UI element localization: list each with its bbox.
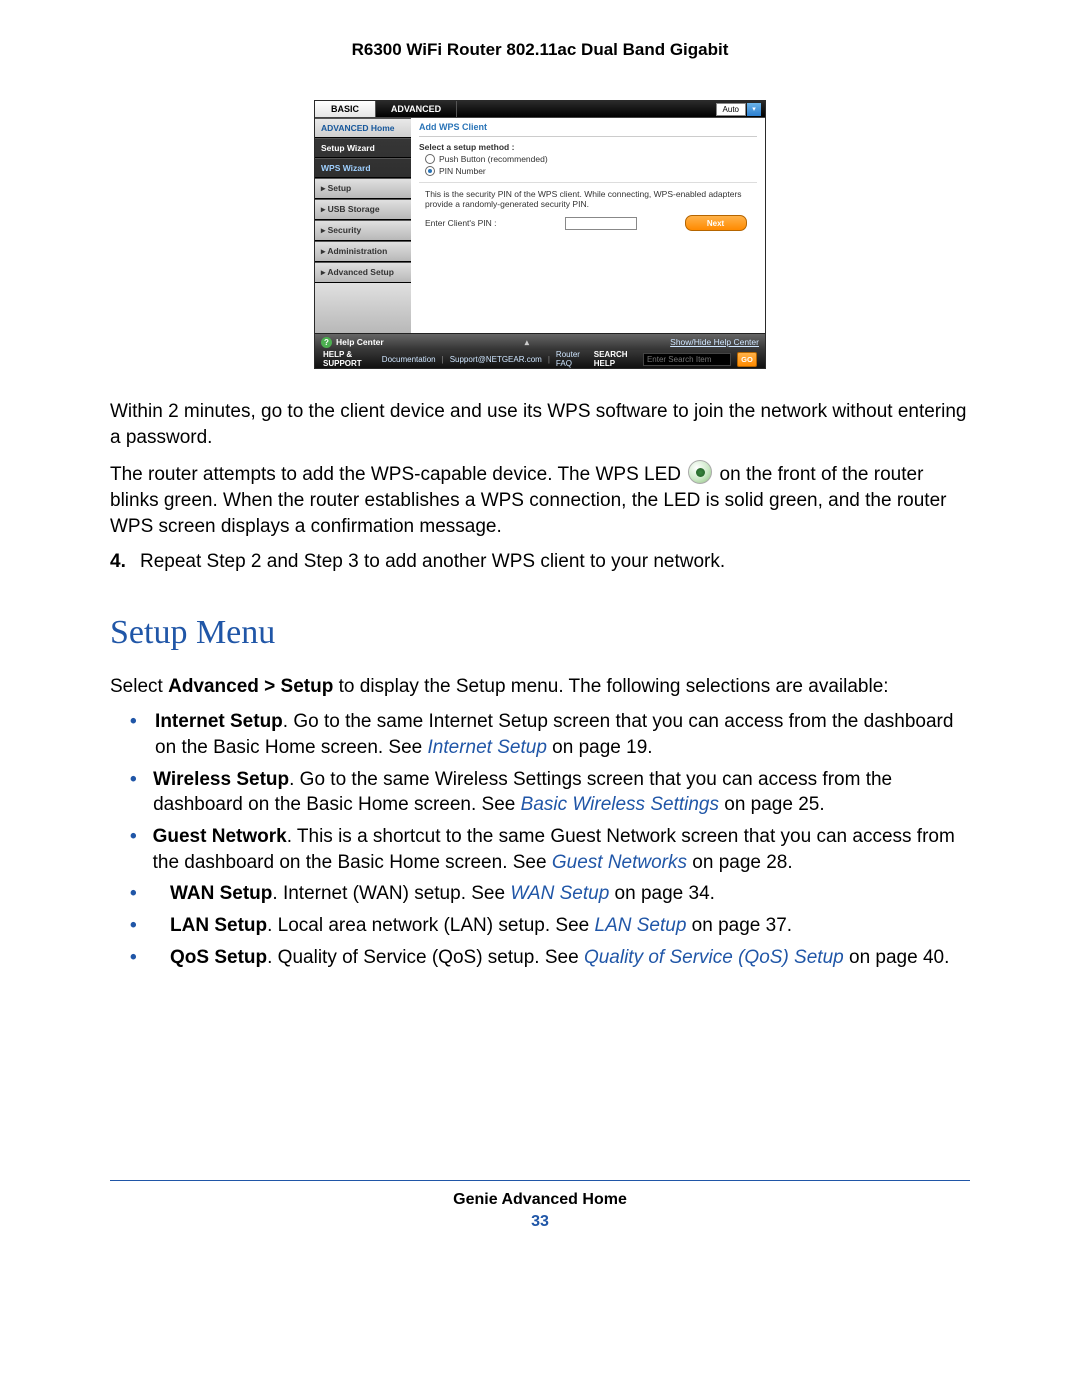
- sidebar-item-administration[interactable]: ▸ Administration: [315, 241, 411, 262]
- link-qos-setup[interactable]: Quality of Service (QoS) Setup: [584, 947, 844, 968]
- toggle-help-center-link[interactable]: Show/Hide Help Center: [670, 337, 759, 347]
- sidebar-item-setup-wizard[interactable]: Setup Wizard: [315, 138, 411, 158]
- sidebar-item-security[interactable]: ▸ Security: [315, 220, 411, 241]
- sidebar-item-advanced-setup[interactable]: ▸ Advanced Setup: [315, 262, 411, 283]
- heading-setup-menu: Setup Menu: [110, 610, 970, 656]
- panel-title: Add WPS Client: [419, 122, 757, 132]
- setup-menu-intro: Select Advanced > Setup to display the S…: [110, 674, 970, 700]
- router-faq-link[interactable]: Router FAQ: [556, 350, 588, 368]
- tab-basic[interactable]: BASIC: [315, 101, 376, 117]
- paragraph-wps-instruction: Within 2 minutes, go to the client devic…: [110, 399, 970, 450]
- help-center-label[interactable]: Help Center: [336, 337, 384, 347]
- search-help-label: SEARCH HELP: [594, 350, 637, 368]
- link-lan-setup[interactable]: LAN Setup: [595, 915, 687, 936]
- lang-select-chevron-icon[interactable]: ▾: [747, 103, 761, 116]
- sidebar-item-setup[interactable]: ▸ Setup: [315, 178, 411, 199]
- link-wan-setup[interactable]: WAN Setup: [510, 883, 609, 904]
- pin-input[interactable]: [565, 217, 637, 230]
- next-button[interactable]: Next: [685, 215, 747, 231]
- enter-pin-label: Enter Client's PIN :: [425, 218, 497, 228]
- sidebar-item-wps-wizard[interactable]: WPS Wizard: [315, 158, 411, 178]
- link-internet-setup[interactable]: Internet Setup: [428, 737, 547, 758]
- search-help-input[interactable]: [643, 353, 731, 366]
- footer-divider: [110, 1180, 970, 1181]
- router-ui-screenshot: BASIC ADVANCED Auto ▾ ADVANCED Home Setu…: [314, 100, 766, 369]
- radio-pin-number[interactable]: [425, 166, 435, 176]
- tab-advanced[interactable]: ADVANCED: [376, 101, 457, 117]
- select-method-label: Select a setup method :: [419, 142, 757, 152]
- bullet-internet-setup: • Internet Setup. Go to the same Interne…: [110, 709, 970, 760]
- lang-select[interactable]: Auto: [716, 103, 746, 116]
- wps-led-icon: [688, 460, 712, 484]
- bullet-wan-setup: • WAN Setup. Internet (WAN) setup. See W…: [110, 881, 970, 907]
- content-panel: Add WPS Client Select a setup method : P…: [411, 118, 765, 333]
- bullet-lan-setup: • LAN Setup. Local area network (LAN) se…: [110, 913, 970, 939]
- link-basic-wireless[interactable]: Basic Wireless Settings: [521, 794, 719, 815]
- go-button[interactable]: GO: [737, 352, 757, 367]
- step-4: 4. Repeat Step 2 and Step 3 to add anoth…: [110, 549, 970, 575]
- paragraph-wps-led: The router attempts to add the WPS-capab…: [110, 460, 970, 539]
- bullet-wireless-setup: • Wireless Setup. Go to the same Wireles…: [110, 767, 970, 818]
- sidebar-item-usb-storage[interactable]: ▸ USB Storage: [315, 199, 411, 220]
- support-email-link[interactable]: Support@NETGEAR.com: [450, 355, 542, 364]
- radio-pin-number-label: PIN Number: [439, 166, 486, 176]
- header-title: R6300 WiFi Router 802.11ac Dual Band Gig…: [110, 40, 970, 60]
- bullet-qos-setup: • QoS Setup. Quality of Service (QoS) se…: [110, 945, 970, 971]
- help-support-label: HELP & SUPPORT: [323, 350, 376, 368]
- bullet-guest-network: • Guest Network. This is a shortcut to t…: [110, 824, 970, 875]
- pin-description: This is the security PIN of the WPS clie…: [425, 189, 757, 209]
- footer-section-label: Genie Advanced Home: [110, 1191, 970, 1209]
- radio-push-button-label: Push Button (recommended): [439, 154, 548, 164]
- footer-page-number: 33: [110, 1213, 970, 1231]
- question-icon: ?: [321, 337, 332, 348]
- chevron-up-icon[interactable]: ▴: [517, 337, 537, 348]
- sidebar: ADVANCED Home Setup Wizard WPS Wizard ▸ …: [315, 118, 411, 333]
- radio-push-button[interactable]: [425, 154, 435, 164]
- documentation-link[interactable]: Documentation: [382, 355, 436, 364]
- sidebar-item-advanced-home[interactable]: ADVANCED Home: [315, 118, 411, 138]
- link-guest-networks[interactable]: Guest Networks: [552, 852, 687, 873]
